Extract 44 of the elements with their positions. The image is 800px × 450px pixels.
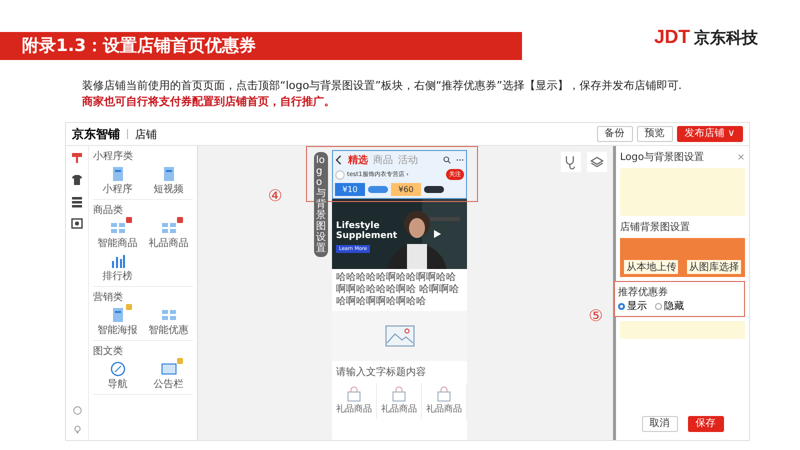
section-name: 店铺	[135, 126, 157, 142]
gallery-button[interactable]: 从图库选择	[686, 260, 741, 274]
component-item[interactable]: 智能海报	[93, 307, 142, 337]
cancel-button[interactable]: 取消	[642, 416, 678, 432]
upload-button[interactable]: 从本地上传	[624, 260, 678, 274]
product-name: 礼品商品	[381, 403, 417, 416]
radio-option[interactable]: 隐藏	[655, 299, 684, 313]
description-text: 商家也可自行将支付券配置到店铺首页，自行推广。	[82, 94, 336, 110]
module-label[interactable]: logo与背景图设置	[314, 152, 328, 257]
section-title: 商品类	[93, 204, 124, 217]
coupon-card[interactable]: ¥60	[391, 183, 421, 196]
section-title: 小程序类	[93, 150, 134, 163]
logo-mark: JDT	[654, 27, 690, 49]
section-title: 图文类	[93, 344, 124, 358]
store-tab[interactable]: 精选	[348, 153, 368, 167]
logo-text: 京东科技	[694, 28, 758, 48]
component-item[interactable]: 智能优惠	[144, 307, 193, 337]
slide-title: 附录1.3：设置店铺首页优惠券	[0, 32, 522, 60]
description-text: 装修店铺当前使用的首页页面，点击顶部“logo与背景图设置”板块，右侧“推荐优惠券”选择【显示】，保存并发布店铺即可.	[82, 78, 683, 94]
panel-title: Logo与背景图设置	[620, 150, 704, 164]
setting-heading: 店铺背景图设置	[620, 220, 691, 234]
brand-name: 京东智铺	[72, 126, 120, 142]
component-item[interactable]: 小程序	[93, 166, 142, 196]
radio-option[interactable]: 显示	[618, 299, 647, 313]
component-item[interactable]: 导航	[93, 361, 142, 391]
save-button[interactable]: 保存	[688, 416, 724, 432]
component-item[interactable]: 公告栏	[144, 361, 193, 391]
paragraph-text: 哈哈哈哈哈啊哈哈啊啊哈哈啊啊哈哈哈哈啊哈 哈啊啊哈哈啊哈啊啊哈啊哈哈	[335, 271, 460, 309]
component-item[interactable]: 礼品商品	[144, 220, 193, 250]
step-number: ⑤	[588, 306, 603, 325]
heading-text: 请输入文字标题内容	[335, 366, 427, 380]
setting-heading: 推荐优惠券	[618, 286, 669, 299]
coupon-card[interactable]: ¥10	[335, 183, 365, 196]
product-name: 礼品商品	[426, 403, 462, 416]
toolbar-button[interactable]: 预览	[636, 126, 672, 142]
toolbar-button[interactable]: 备份	[596, 126, 632, 142]
product-name: 礼品商品	[336, 403, 372, 416]
section-title: 营销类	[93, 290, 124, 304]
banner-title: Lifestyle Supplement	[336, 221, 398, 241]
step-number: ④	[268, 186, 282, 205]
component-item[interactable]: 智能商品	[93, 220, 142, 250]
publish-button[interactable]: 发布店铺 ∨	[676, 126, 743, 142]
component-item[interactable]: 短视频	[144, 166, 193, 196]
component-item[interactable]: 排行榜	[93, 253, 142, 283]
